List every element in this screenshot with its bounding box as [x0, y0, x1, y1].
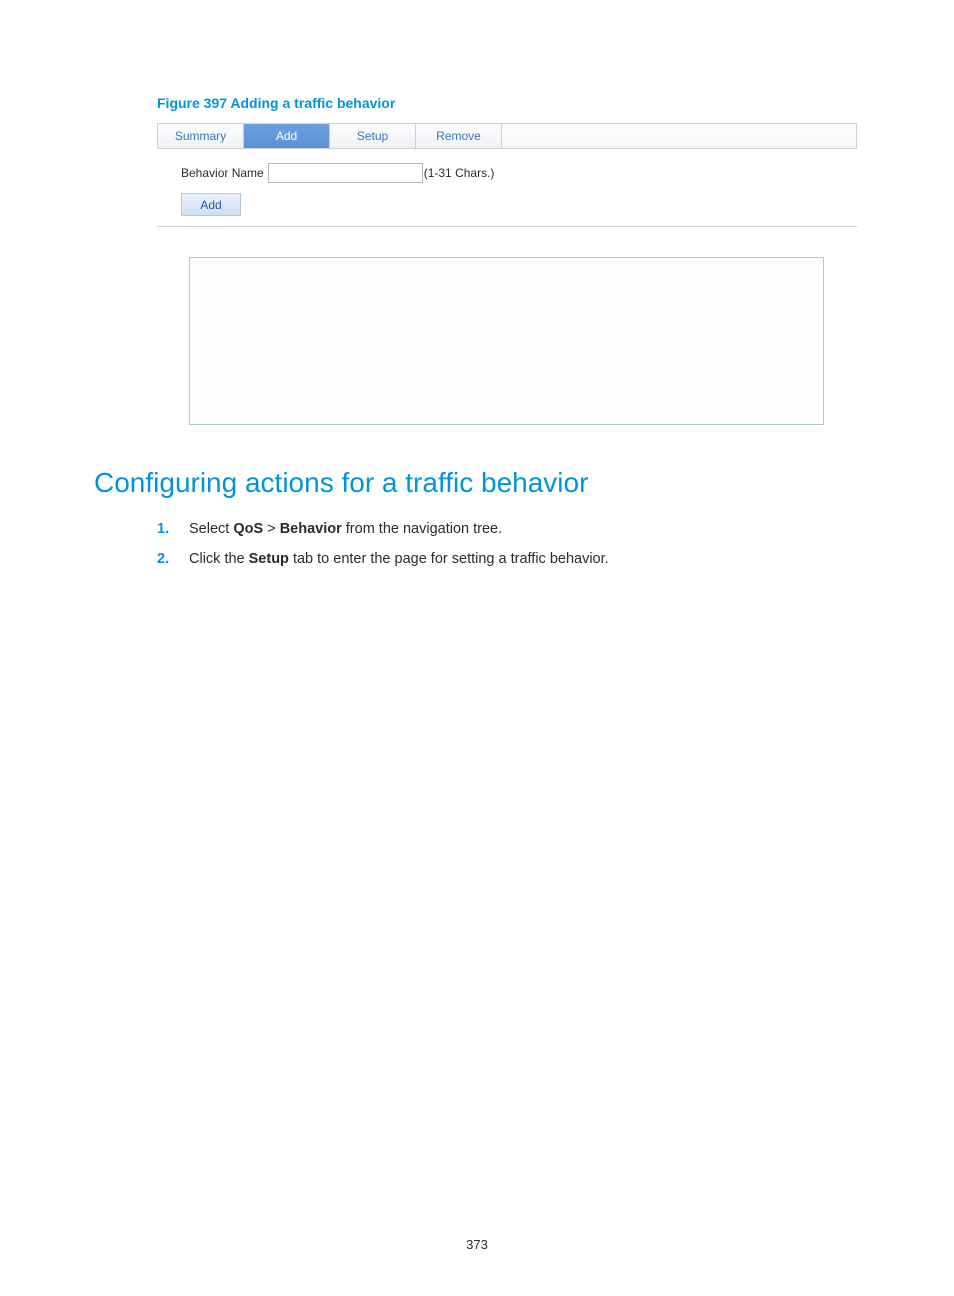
step-item: 2. Click the Setup tab to enter the page…: [157, 549, 860, 570]
behavior-name-hint: (1-31 Chars.): [424, 166, 495, 180]
step-number: 1.: [157, 519, 169, 540]
figure-screenshot: Summary Add Setup Remove Behavior Name (…: [157, 123, 857, 425]
procedure-steps: 1. Select QoS > Behavior from the naviga…: [157, 519, 860, 570]
step-text: Select QoS > Behavior from the navigatio…: [189, 521, 502, 537]
add-behavior-form: Behavior Name (1-31 Chars.) Add: [157, 149, 857, 227]
behavior-name-input[interactable]: [268, 163, 423, 183]
step-text: Click the Setup tab to enter the page fo…: [189, 551, 609, 567]
tab-summary[interactable]: Summary: [158, 124, 244, 148]
step-number: 2.: [157, 549, 169, 570]
tab-remove[interactable]: Remove: [416, 124, 502, 148]
results-panel: [189, 257, 824, 425]
tab-bar: Summary Add Setup Remove: [157, 123, 857, 149]
step-item: 1. Select QoS > Behavior from the naviga…: [157, 519, 860, 540]
tab-setup[interactable]: Setup: [330, 124, 416, 148]
add-button[interactable]: Add: [181, 193, 241, 216]
tab-add[interactable]: Add: [244, 124, 330, 148]
page-number: 373: [0, 1237, 954, 1252]
tab-filler: [502, 124, 856, 148]
section-heading: Configuring actions for a traffic behavi…: [94, 467, 860, 499]
figure-caption: Figure 397 Adding a traffic behavior: [157, 95, 860, 111]
behavior-name-label: Behavior Name: [181, 166, 264, 180]
